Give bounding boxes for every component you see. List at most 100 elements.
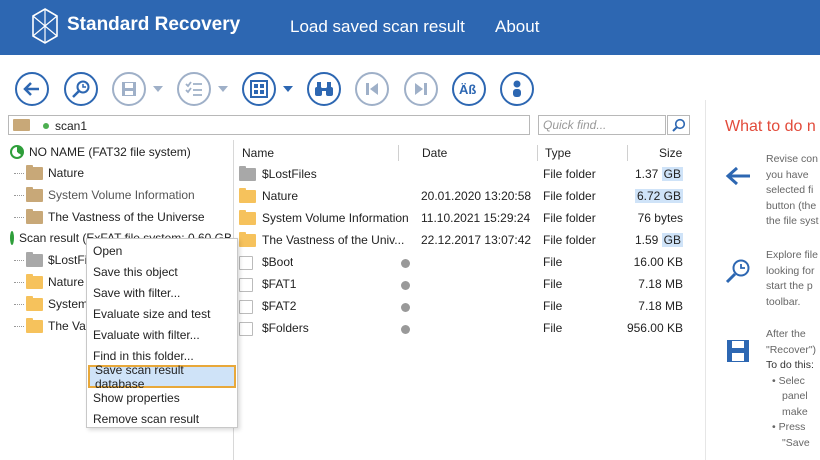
view-dropdown-arrow[interactable] — [283, 86, 293, 92]
column-header-type[interactable]: Type — [545, 140, 571, 166]
table-row[interactable]: $FAT1 File 7.18 MB — [235, 274, 686, 296]
column-header-name[interactable]: Name — [242, 140, 274, 166]
folder-icon — [26, 273, 43, 289]
save-button[interactable] — [112, 72, 146, 106]
file-icon — [239, 256, 253, 270]
tree-connector — [14, 282, 24, 283]
help-line: looking for — [766, 264, 815, 277]
menu-item-evaluate-with-filter[interactable]: Evaluate with filter... — [87, 324, 237, 345]
toolbar: Äß — [0, 55, 820, 120]
next-icon — [415, 83, 427, 95]
previous-button[interactable] — [355, 72, 389, 106]
load-saved-scan-result-menu[interactable]: Load saved scan result — [290, 17, 465, 37]
binoculars-icon — [315, 82, 333, 96]
table-row[interactable]: $FAT2 File 7.18 MB — [235, 296, 686, 318]
help-section-back: Revise con you have selected fi button (… — [766, 152, 820, 230]
folder-icon — [13, 119, 30, 131]
column-header-date[interactable]: Date — [422, 140, 447, 166]
quick-find-button[interactable] — [667, 115, 690, 135]
status-dot-icon — [401, 325, 410, 334]
table-row[interactable]: $LostFiles File folder 1.37 GB — [235, 164, 686, 186]
folder-icon — [26, 164, 43, 180]
help-panel: What to do n Revise con you have selecte… — [705, 100, 820, 460]
size-unit: GB — [663, 189, 681, 203]
help-title: What to do n — [725, 118, 816, 135]
tree-node-scan-vastness[interactable]: The Vast — [26, 316, 95, 336]
column-separator[interactable] — [398, 145, 399, 161]
cell-size: 956.00 KB — [626, 321, 683, 335]
cell-type: File — [543, 321, 563, 335]
cell-name: $FAT2 — [262, 299, 297, 313]
help-line: you have — [766, 168, 809, 181]
back-button[interactable] — [15, 72, 49, 106]
case-sensitive-button[interactable]: Äß — [452, 72, 486, 106]
help-line: "Recover") — [766, 343, 817, 356]
save-dropdown-arrow[interactable] — [153, 86, 163, 92]
help-line: • Press — [772, 421, 806, 433]
menu-item-save-with-filter[interactable]: Save with filter... — [87, 282, 237, 303]
cell-size: 7.18 MB — [638, 277, 683, 291]
back-arrow-icon — [725, 166, 750, 186]
table-row[interactable]: $Folders File 956.00 KB — [235, 318, 686, 340]
search-icon — [671, 118, 685, 132]
folder-yellow-icon — [239, 210, 256, 225]
cell-name: $FAT1 — [262, 277, 297, 291]
cell-size: 76 bytes — [637, 211, 683, 225]
app-logo-icon — [32, 8, 58, 44]
help-line: • Selec — [772, 374, 805, 387]
tree-node-vastness[interactable]: The Vastness of the Universe — [26, 207, 205, 227]
menu-item-evaluate-size-and-test[interactable]: Evaluate size and test — [87, 303, 237, 324]
tree-connector — [14, 217, 24, 218]
find-button[interactable] — [307, 72, 341, 106]
table-row[interactable]: $Boot File 16.00 KB — [235, 252, 686, 274]
status-dot-icon — [401, 259, 410, 268]
tree-node-scan-nature[interactable]: Nature — [26, 272, 84, 292]
folder-icon — [26, 295, 43, 311]
menu-item-open[interactable]: Open — [87, 240, 237, 261]
tree-node-label: Nature — [48, 166, 85, 180]
path-bar[interactable]: scan1 — [8, 115, 530, 135]
cell-name: The Vastness of the Univ... — [262, 233, 405, 247]
tree-connector — [14, 195, 24, 196]
menu-item-show-properties[interactable]: Show properties — [87, 387, 237, 408]
column-separator[interactable] — [537, 145, 538, 161]
help-line: panel — [782, 390, 808, 402]
column-separator[interactable] — [627, 145, 628, 161]
folder-yellow-icon — [239, 188, 256, 203]
menu-item-save-scan-result-database[interactable]: Save scan result database — [88, 363, 236, 391]
svg-text:Äß: Äß — [459, 82, 476, 97]
help-line: start the p — [766, 280, 813, 292]
table-row[interactable]: Nature 20.01.2020 13:20:58 File folder 6… — [235, 186, 686, 208]
properties-button[interactable] — [500, 72, 534, 106]
about-menu[interactable]: About — [495, 17, 539, 37]
explore-button[interactable] — [64, 72, 98, 106]
tree-node-label: System — [48, 297, 89, 311]
folder-icon — [26, 186, 43, 202]
table-row[interactable]: System Volume Information 11.10.2021 15:… — [235, 208, 686, 230]
cell-type: File folder — [543, 211, 596, 225]
view-button[interactable] — [242, 72, 276, 106]
cell-type: File folder — [543, 233, 596, 247]
folder-gray-icon — [239, 166, 256, 181]
cell-name: $LostFiles — [262, 167, 317, 181]
help-line: the file syst — [766, 215, 819, 227]
tree-node-system-volume-information[interactable]: System Volume Information — [26, 185, 195, 205]
menu-item-save-this-object[interactable]: Save this object — [87, 261, 237, 282]
checklist-button[interactable] — [177, 72, 211, 106]
status-dot-icon — [401, 303, 410, 312]
case-sensitive-icon: Äß — [459, 82, 476, 97]
file-list: Name Date Type Size $LostFiles File fold… — [235, 140, 686, 460]
tree-connector — [14, 326, 24, 327]
quick-find-input[interactable] — [538, 115, 666, 135]
checklist-dropdown-arrow[interactable] — [218, 86, 228, 92]
column-header-size[interactable]: Size — [659, 140, 682, 166]
tree-node-nature[interactable]: Nature — [26, 163, 84, 183]
menu-item-remove-scan-result[interactable]: Remove scan result — [87, 408, 237, 429]
tree-node-scan-system[interactable]: System — [26, 294, 88, 314]
tree-node-root[interactable]: NO NAME (FAT32 file system) — [10, 142, 191, 162]
table-row[interactable]: The Vastness of the Univ... 22.12.2017 1… — [235, 230, 686, 252]
next-button[interactable] — [404, 72, 438, 106]
context-menu: Open Save this object Save with filter..… — [86, 238, 238, 428]
size-unit: GB — [661, 233, 683, 247]
cell-type: File folder — [543, 167, 596, 181]
